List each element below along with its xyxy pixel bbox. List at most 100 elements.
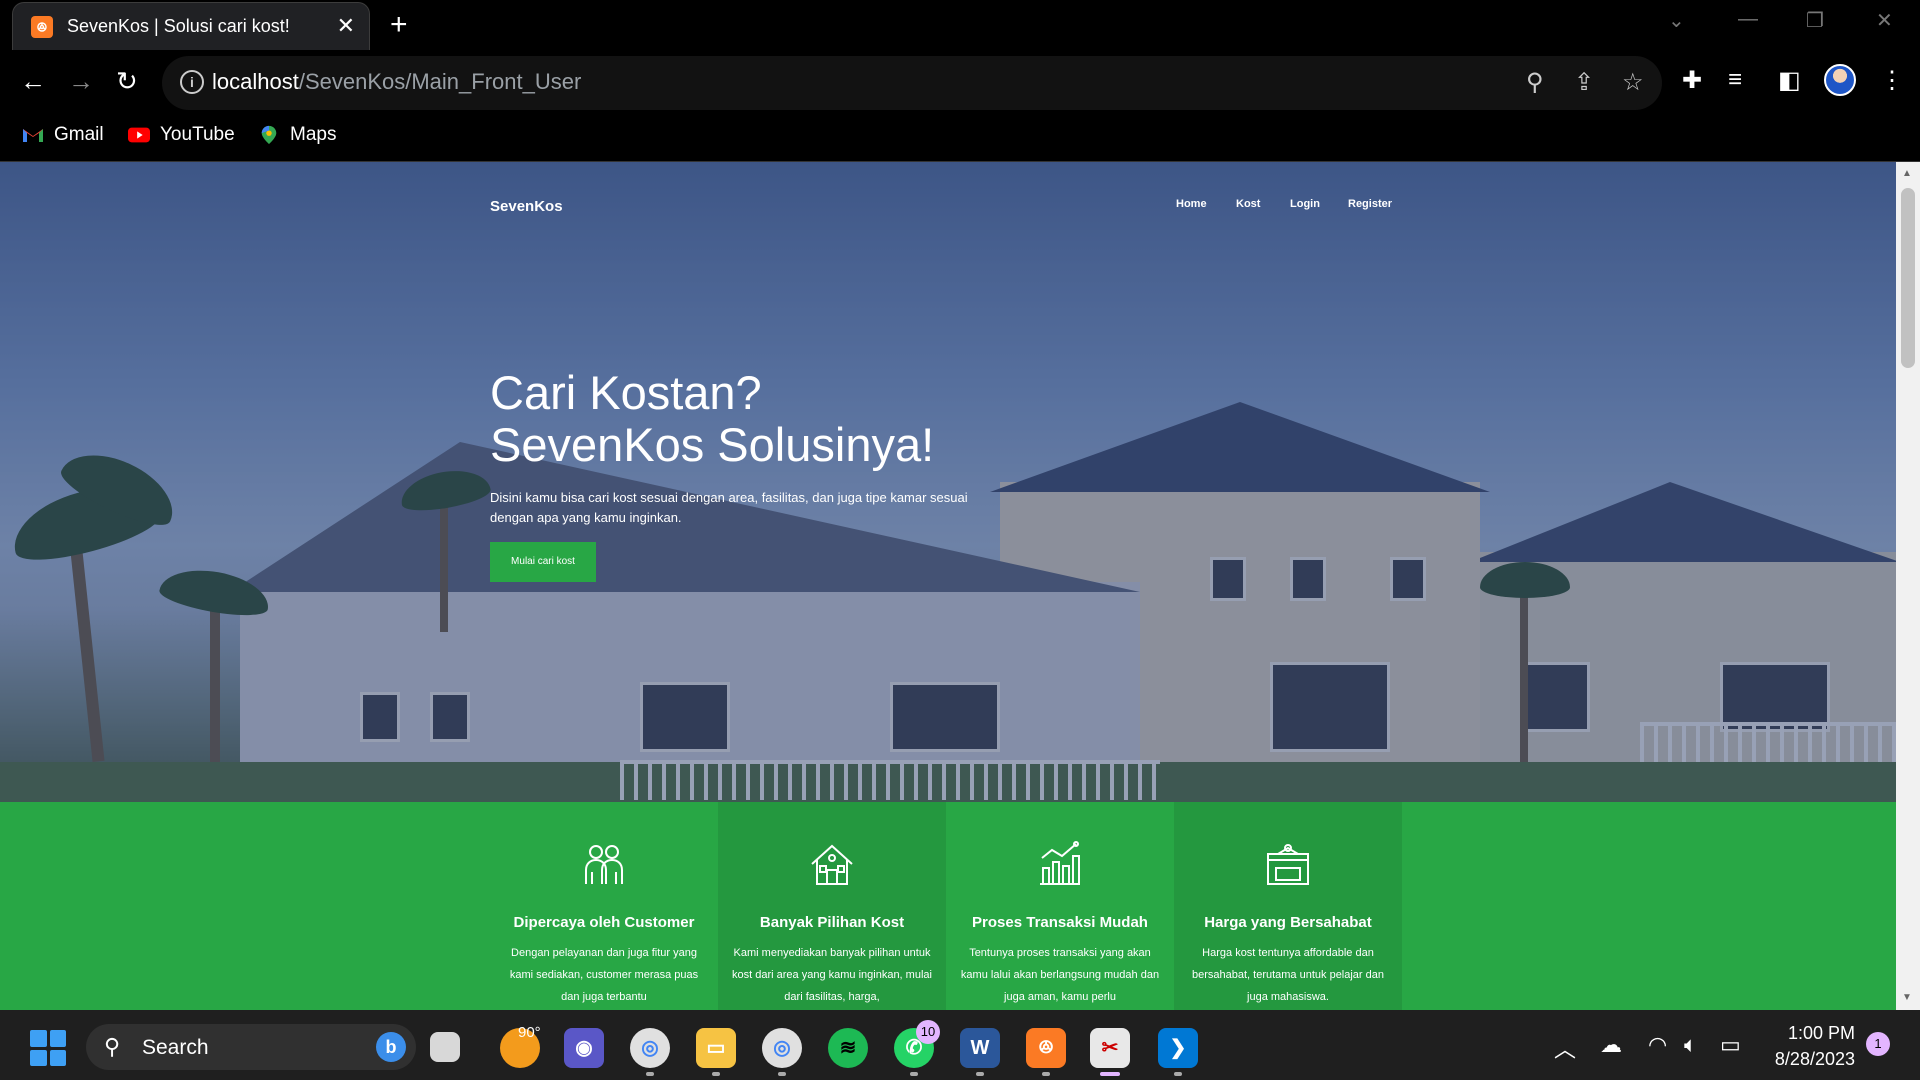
address-bar[interactable]: i localhost/SevenKos/Main_Front_User ⚲ ⇪…	[162, 56, 1662, 110]
hero-section: SevenKos Home Kost Login Register Cari K…	[0, 162, 1896, 802]
forward-button[interactable]: →	[68, 66, 94, 96]
bookmark-maps[interactable]: Maps	[258, 124, 336, 146]
notification-badge[interactable]: 1	[1866, 1032, 1890, 1056]
volume-icon[interactable]: 🔈︎	[1684, 1032, 1697, 1058]
page-viewport: SevenKos Home Kost Login Register Cari K…	[0, 162, 1896, 1010]
onedrive-cloud-icon[interactable]: ☁	[1600, 1032, 1622, 1058]
menu-kebab-icon[interactable]: ⋮	[1880, 66, 1904, 95]
hero-title-line2: SevenKos Solusinya!	[490, 418, 935, 471]
feature-description: Dengan pelayanan dan juga fitur yang kam…	[509, 947, 699, 1003]
spotify-icon[interactable]: ≋	[828, 1028, 868, 1068]
browser-toolbar: ← → ↻ i localhost/SevenKos/Main_Front_Us…	[0, 50, 1920, 116]
clock-date: 8/28/2023	[1774, 1049, 1855, 1069]
weather-temperature: 90°	[518, 1024, 541, 1041]
profile-avatar[interactable]	[1824, 64, 1856, 96]
show-hidden-icons-chevron[interactable]: ︿	[1554, 1032, 1576, 1064]
extensions-icon[interactable]: ✚	[1682, 66, 1702, 95]
search-label: Search	[142, 1036, 209, 1059]
file-explorer-icon[interactable]: ▭	[696, 1028, 736, 1068]
browser-tabbar: ꔮ SevenKos | Solusi cari kost! ✕ + ⌄ — ❐…	[0, 0, 1920, 50]
site-brand-logo[interactable]: SevenKos	[490, 198, 563, 215]
feature-title: Banyak Pilihan Kost	[759, 914, 905, 931]
close-tab-icon[interactable]: ✕	[337, 13, 355, 39]
share-icon[interactable]: ⇪	[1574, 68, 1594, 97]
feature-description: Tentunya proses transaksi yang akan kamu…	[960, 947, 1160, 1003]
reload-button[interactable]: ↻	[116, 66, 138, 96]
running-indicator	[778, 1072, 786, 1076]
snipping-tool-icon[interactable]: ✂	[1090, 1028, 1130, 1068]
hero-title-line1: Cari Kostan?	[490, 366, 762, 419]
feature-title: Dipercaya oleh Customer	[513, 914, 695, 931]
hero-overlay	[0, 162, 1896, 802]
feature-card-choices: Banyak Pilihan Kost Kami menyediakan ban…	[718, 802, 946, 1010]
bookmark-star-icon[interactable]: ☆	[1622, 68, 1644, 97]
windows-taskbar: ⚲ Search b 90° ◉ ◎ ▭ ◎ ≋ ✆ 10 W ꔮ ✂ ❯ ︿ …	[0, 1010, 1920, 1080]
zoom-icon[interactable]: ⚲	[1526, 68, 1544, 97]
nav-link-register[interactable]: Register	[1348, 198, 1392, 210]
youtube-icon	[128, 127, 150, 143]
gmail-icon	[23, 129, 43, 142]
feature-title: Harga yang Bersahabat	[1204, 914, 1372, 931]
close-window-button[interactable]: ✕	[1876, 8, 1893, 33]
windows-start-icon[interactable]	[30, 1030, 66, 1066]
chrome-icon[interactable]: ◎	[630, 1028, 670, 1068]
browser-tab-active[interactable]: ꔮ SevenKos | Solusi cari kost! ✕	[12, 2, 370, 50]
start-search-button[interactable]: Mulai cari kost	[490, 542, 596, 582]
nav-link-login[interactable]: Login	[1290, 198, 1320, 210]
bookmark-label: Maps	[290, 124, 337, 145]
new-tab-button[interactable]: +	[390, 8, 408, 42]
battery-icon[interactable]: ▭	[1720, 1032, 1741, 1058]
clock-time: 1:00 PM	[1787, 1023, 1855, 1043]
house-icon	[811, 844, 853, 885]
features-section: Dipercaya oleh Customer Dengan pelayanan…	[0, 802, 1896, 1010]
page-scrollbar[interactable]: ▲ ▼	[1896, 162, 1920, 1010]
scroll-down-icon[interactable]: ▼	[1902, 992, 1912, 1003]
tab-title: SevenKos | Solusi cari kost!	[67, 16, 290, 36]
bookmark-label: YouTube	[160, 124, 235, 145]
url-text[interactable]: localhost/SevenKos/Main_Front_User	[212, 69, 581, 95]
restore-button[interactable]: ❐	[1806, 8, 1824, 33]
task-view-icon[interactable]	[430, 1032, 460, 1062]
bookmarks-bar: Gmail YouTube Maps	[0, 116, 1920, 162]
maps-pin-icon	[261, 125, 277, 145]
bookmark-youtube[interactable]: YouTube	[128, 124, 235, 146]
media-control-icon[interactable]: ≡	[1728, 66, 1742, 94]
whatsapp-badge: 10	[916, 1020, 940, 1044]
shop-price-icon	[1267, 844, 1309, 885]
feature-description: Harga kost tentunya affordable dan bersa…	[1191, 947, 1385, 1003]
xampp-icon[interactable]: ꔮ	[1026, 1028, 1066, 1068]
nav-link-home[interactable]: Home	[1176, 198, 1207, 210]
wifi-icon[interactable]: ◠	[1648, 1032, 1667, 1058]
word-icon[interactable]: W	[960, 1028, 1000, 1068]
feature-card-price: Harga yang Bersahabat Harga kost tentuny…	[1174, 802, 1402, 1010]
running-indicator	[1174, 1072, 1182, 1076]
active-indicator	[1100, 1072, 1120, 1076]
scroll-thumb[interactable]	[1901, 188, 1915, 368]
running-indicator	[1042, 1072, 1050, 1076]
running-indicator	[712, 1072, 720, 1076]
hero-description: Disini kamu bisa cari kost sesuai dengan…	[490, 490, 968, 525]
search-icon: ⚲	[104, 1034, 121, 1059]
taskbar-search[interactable]: ⚲ Search b	[86, 1024, 416, 1070]
bookmark-gmail[interactable]: Gmail	[22, 124, 104, 146]
minimize-button[interactable]: —	[1738, 8, 1758, 31]
feature-card-trusted: Dipercaya oleh Customer Dengan pelayanan…	[490, 802, 718, 1010]
clock[interactable]: 1:00 PM 8/28/2023	[1760, 1020, 1855, 1072]
running-indicator	[910, 1072, 918, 1076]
teams-chat-icon[interactable]: ◉	[564, 1028, 604, 1068]
chrome-profile-icon[interactable]: ◎	[762, 1028, 802, 1068]
tab-search-chevron-icon[interactable]: ⌄	[1668, 8, 1685, 33]
feature-card-transaction: Proses Transaksi Mudah Tentunya proses t…	[946, 802, 1174, 1010]
scroll-up-icon[interactable]: ▲	[1902, 168, 1912, 179]
customer-trust-icon	[585, 845, 623, 884]
growth-chart-icon	[1040, 841, 1080, 885]
site-info-icon[interactable]: i	[180, 70, 204, 94]
vscode-icon[interactable]: ❯	[1158, 1028, 1198, 1068]
nav-link-kost[interactable]: Kost	[1236, 198, 1260, 210]
back-button[interactable]: ←	[20, 66, 46, 96]
side-panel-icon[interactable]: ◧	[1778, 66, 1801, 95]
bookmark-label: Gmail	[54, 124, 104, 145]
running-indicator	[976, 1072, 984, 1076]
hero-title: Cari Kostan? SevenKos Solusinya!	[490, 367, 1190, 471]
bing-icon[interactable]: b	[376, 1032, 406, 1062]
